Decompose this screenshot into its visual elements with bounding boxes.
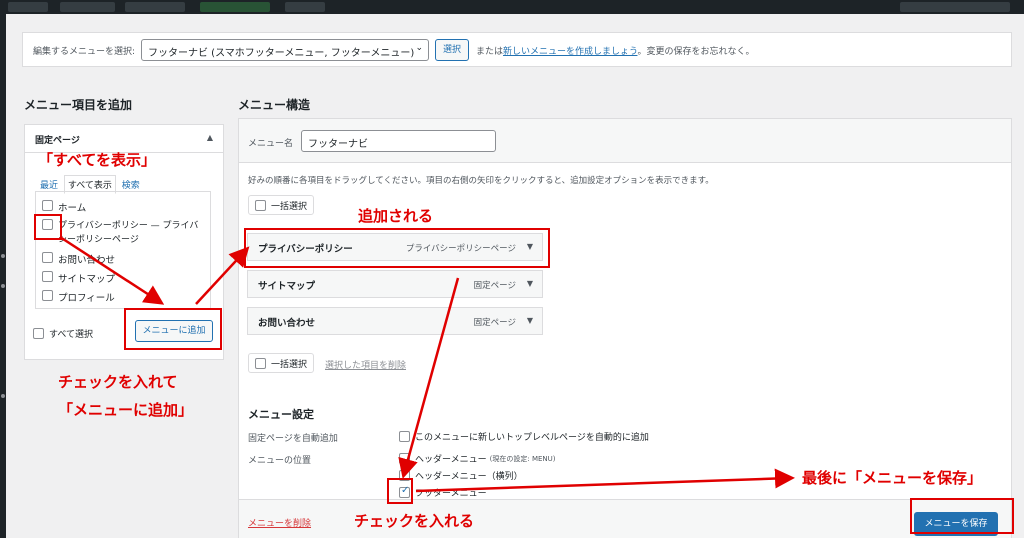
menu-name-label: メニュー名 [248,139,294,149]
add-items-heading: メニュー項目を追加 [24,98,133,112]
page-checklist: ホーム プライバシーポリシー — プライバシーポリシーページ お問い合わせ サイ… [35,191,211,309]
menu-position-label: メニューの位置 [248,456,312,466]
auto-add-option[interactable]: このメニューに新しいトップレベルページを自動的に追加 [399,430,649,443]
menu-select-value: フッターナビ (スマホフッターメニュー, フッターメニュー) [148,48,415,59]
menu-item[interactable]: サイトマップ 固定ページ ▼ [247,270,543,298]
position-option[interactable]: ヘッダーメニュー (現在の設定: MENU) [399,452,556,465]
select-button[interactable]: 選択 [435,39,469,61]
menu-settings-title: メニュー設定 [248,408,314,421]
menu-select[interactable]: フッターナビ (スマホフッターメニュー, フッターメニュー) ⌄ [141,39,429,61]
list-item[interactable]: プライバシーポリシー — プライバシーポリシーページ [42,219,204,247]
highlight-box-footer-check [387,478,413,504]
list-item[interactable]: お問い合わせ [42,252,204,266]
select-all-checkbox[interactable] [33,328,44,339]
checkbox[interactable] [42,290,53,301]
annotation-show-all: 「すべてを表示」 [38,151,157,169]
annotation-check-and-add-2: 「メニューに追加」 [58,401,194,419]
menu-item[interactable]: お問い合わせ 固定ページ ▼ [247,307,543,335]
checkbox[interactable] [399,431,410,442]
select-all[interactable]: すべて選択 [33,327,93,340]
checkbox[interactable] [399,453,410,464]
checkbox[interactable] [42,200,53,211]
chevron-down-icon[interactable]: ▼ [527,316,533,325]
position-option[interactable]: ヘッダーメニュー（横列） [399,469,523,482]
list-item[interactable]: プロフィール [42,290,204,304]
drag-instructions: 好みの順番に各項目をドラッグしてください。項目の右側の矢印をクリックすると、追加… [248,176,714,186]
highlight-box-added-item [244,228,550,268]
menu-item-type: 固定ページ [473,318,516,328]
list-item[interactable]: ホーム [42,200,204,214]
checkbox[interactable] [42,252,53,263]
auto-add-label: 固定ページを自動追加 [248,434,338,444]
annotation-finally-save: 最後に「メニューを保存」 [802,469,983,487]
annotation-added: 追加される [358,207,434,225]
annotation-check-and-add-1: チェックを入れて [58,373,178,391]
menu-structure-heading: メニュー構造 [238,98,311,112]
annotation-check-it: チェックを入れる [354,512,475,530]
checkbox[interactable] [255,357,266,369]
select-menu-label: 編集するメニューを選択: [33,47,136,57]
menu-item-type: 固定ページ [473,281,516,291]
bulk-select-bottom[interactable]: 一括選択 [248,353,315,373]
pages-panel-title: 固定ページ [35,136,80,146]
bulk-select-top[interactable]: 一括選択 [248,195,315,215]
list-item[interactable]: サイトマップ [42,271,204,285]
menu-name-input[interactable]: フッターナビ [301,130,496,152]
chevron-down-icon: ⌄ [415,43,423,53]
chevron-down-icon[interactable]: ▼ [527,279,533,288]
select-menu-bar: 編集するメニューを選択: フッターナビ (スマホフッターメニュー, フッターメニ… [22,32,1012,67]
highlight-box-save-button [910,498,1014,534]
highlight-box-checkbox [34,214,62,240]
delete-menu-link[interactable]: メニューを削除 [248,516,311,529]
checkbox[interactable] [255,199,266,211]
admin-bar [0,0,1024,14]
menu-name-bar: メニュー名 フッターナビ [239,119,1011,163]
create-menu-text: または新しいメニューを作成しましょう。変更の保存をお忘れなく。 [476,47,755,57]
checkbox[interactable] [42,271,53,282]
create-menu-link[interactable]: 新しいメニューを作成しましょう [503,47,637,57]
collapse-arrow-icon[interactable]: ▲ [207,133,213,142]
highlight-box-add-button [124,308,222,350]
admin-sidebar-edge [0,14,6,538]
delete-selected-link[interactable]: 選択した項目を削除 [325,358,406,371]
